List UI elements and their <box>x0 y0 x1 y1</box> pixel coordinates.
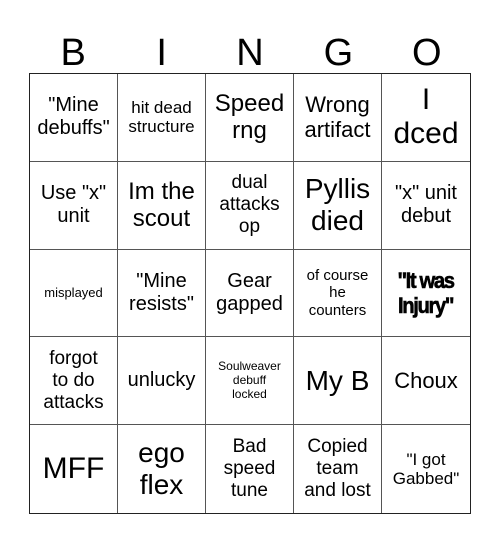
bingo-cell-r3c4[interactable]: of course he counters <box>294 249 382 338</box>
bingo-cell-r5c3[interactable]: Bad speed tune <box>206 425 294 513</box>
cell-text: Im the scout <box>128 177 195 233</box>
cell-text: dual attacks op <box>219 172 280 238</box>
cell-text: MFF <box>42 451 105 485</box>
bingo-grid: "Mine debuffs" hit dead structure Speed … <box>29 73 471 514</box>
cell-text: "It was Injury" <box>397 267 456 318</box>
cell-text: of course he counters <box>306 267 369 319</box>
bingo-cell-r5c4[interactable]: Copied team and lost <box>294 425 382 513</box>
cell-text: "Mine debuffs" <box>37 94 110 140</box>
cell-text: Speed rng <box>214 89 285 145</box>
header-letter-b: B <box>60 31 86 74</box>
header-letter-n: N <box>236 31 264 74</box>
bingo-cell-r2c2[interactable]: Im the scout <box>118 161 206 250</box>
bingo-cell-r5c1[interactable]: MFF <box>30 425 118 513</box>
cell-text: "I got Gabbed" <box>392 449 460 489</box>
bingo-cell-r3c3[interactable]: Gear gapped <box>206 249 294 338</box>
bingo-cell-r4c2[interactable]: unlucky <box>118 337 206 426</box>
bingo-cell-r4c5[interactable]: Choux <box>382 337 470 426</box>
bingo-cell-r2c4[interactable]: Pyllis died <box>294 161 382 250</box>
cell-text: Bad speed tune <box>223 436 276 502</box>
cell-text: ego flex <box>138 436 185 501</box>
bingo-cell-r1c5[interactable]: I dced <box>382 74 470 162</box>
cell-text: Gear gapped <box>216 269 283 315</box>
cell-text: Pyllis died <box>304 173 371 237</box>
cell-text: Wrong artifact <box>304 92 371 143</box>
cell-text: Soulweaver debuff locked <box>218 359 281 401</box>
header-letter-i: I <box>156 31 167 74</box>
bingo-cell-r1c3[interactable]: Speed rng <box>206 74 294 162</box>
cell-text: unlucky <box>127 369 196 392</box>
bingo-cell-r1c1[interactable]: "Mine debuffs" <box>30 74 118 162</box>
cell-text: hit dead structure <box>128 97 195 137</box>
cell-text: Use "x" unit <box>40 182 107 228</box>
cell-text: "Mine resists" <box>129 269 194 315</box>
cell-text: forgot to do attacks <box>43 348 104 413</box>
cell-text: "x" unit debut <box>394 182 457 228</box>
bingo-cell-r3c2[interactable]: "Mine resists" <box>118 249 206 338</box>
bingo-cell-r4c3[interactable]: Soulweaver debuff locked <box>206 337 294 426</box>
bingo-cell-r2c3[interactable]: dual attacks op <box>206 161 294 250</box>
bingo-cell-r4c1[interactable]: forgot to do attacks <box>30 337 118 426</box>
cell-text: Copied team and lost <box>304 436 371 502</box>
bingo-cell-r2c5[interactable]: "x" unit debut <box>382 162 470 250</box>
bingo-cell-r3c5[interactable]: "It was Injury" <box>382 250 470 338</box>
bingo-cell-r3c1[interactable]: misplayed <box>30 249 118 338</box>
cell-text: misplayed <box>44 284 103 300</box>
cell-text: Choux <box>394 368 458 394</box>
bingo-cell-r4c4[interactable]: My B <box>294 337 382 426</box>
bingo-cell-r1c2[interactable]: hit dead structure <box>118 74 206 162</box>
bingo-header: B I N G O <box>29 30 471 73</box>
header-letter-g: G <box>323 31 354 74</box>
cell-text: I dced <box>393 82 459 151</box>
bingo-cell-r5c5[interactable]: "I got Gabbed" <box>382 425 470 513</box>
bingo-cell-r5c2[interactable]: ego flex <box>118 425 206 513</box>
bingo-cell-r1c4[interactable]: Wrong artifact <box>294 74 382 162</box>
header-letter-o: O <box>412 31 442 74</box>
bingo-cell-r2c1[interactable]: Use "x" unit <box>30 161 118 250</box>
cell-text: My B <box>305 364 370 396</box>
